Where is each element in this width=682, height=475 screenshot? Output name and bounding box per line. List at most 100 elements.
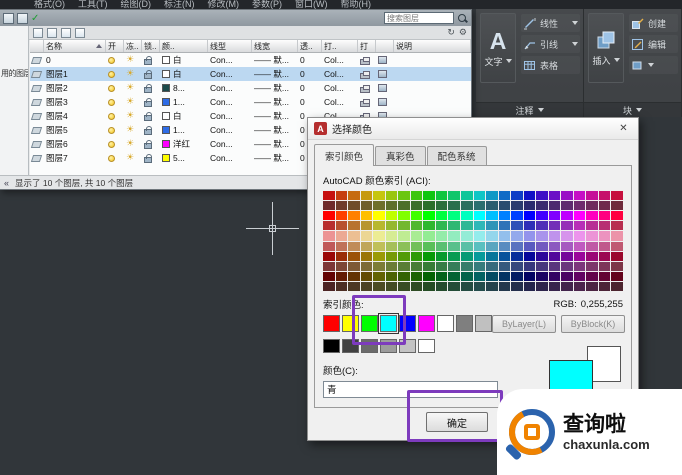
aci-color-cell[interactable] [586,242,598,251]
layer-color-cell[interactable]: 8... [160,81,208,95]
layer-color-cell[interactable]: 5... [160,151,208,165]
aci-color-cell[interactable] [524,262,536,271]
aci-color-cell[interactable] [536,272,548,281]
aci-color-cell[interactable] [574,272,586,281]
layer-plotstyle-cell[interactable]: Col... [322,95,358,109]
aci-color-cell[interactable] [436,211,448,220]
menu-item[interactable]: 修改(M) [208,0,240,9]
layer-lineweight-cell[interactable]: —— 默... [252,151,298,165]
layer-freeze-toggle[interactable]: ☀ [124,123,142,137]
aci-color-cell[interactable] [361,242,373,251]
new-vp-frozen-layer-icon[interactable] [47,28,57,38]
layer-lineweight-cell[interactable]: —— 默... [252,123,298,137]
aci-color-cell[interactable] [461,242,473,251]
aci-color-cell[interactable] [436,201,448,210]
layer-on-toggle[interactable] [106,53,124,67]
aci-color-cell[interactable] [398,211,410,220]
aci-color-cell[interactable] [586,282,598,291]
aci-color-cell[interactable] [474,242,486,251]
aci-color-cell[interactable] [599,282,611,291]
aci-color-cell[interactable] [586,272,598,281]
aci-color-cell[interactable] [373,272,385,281]
menu-item[interactable]: 帮助(H) [341,0,372,9]
menu-item[interactable]: 标注(N) [164,0,195,9]
layer-lineweight-cell[interactable]: —— 默... [252,137,298,151]
aci-color-cell[interactable] [411,262,423,271]
aci-color-cell[interactable] [536,282,548,291]
aci-color-cell[interactable] [524,211,536,220]
aci-color-cell[interactable] [574,211,586,220]
aci-color-cell[interactable] [348,272,360,281]
aci-color-cell[interactable] [549,231,561,240]
aci-color-cell[interactable] [423,272,435,281]
aci-color-cell[interactable] [323,191,335,200]
aci-color-cell[interactable] [611,201,623,210]
aci-color-cell[interactable] [323,242,335,251]
layer-plot-toggle[interactable] [358,95,376,109]
aci-color-cell[interactable] [386,211,398,220]
aci-color-cell[interactable] [499,282,511,291]
aci-color-cell[interactable] [448,252,460,261]
aci-color-cell[interactable] [499,221,511,230]
layer-linetype-cell[interactable]: Con... [208,81,252,95]
aci-color-cell[interactable] [386,201,398,210]
aci-color-cell[interactable] [398,221,410,230]
column-header[interactable]: 开 [106,40,124,52]
filter-tree-item[interactable]: 用的图层 [1,68,29,79]
aci-color-cell[interactable] [524,191,536,200]
aci-color-cell[interactable] [486,221,498,230]
layer-color-cell[interactable]: 1... [160,123,208,137]
aci-color-cell[interactable] [386,191,398,200]
aci-color-cell[interactable] [411,211,423,220]
aci-color-cell[interactable] [386,221,398,230]
block-dropdown-button[interactable] [629,56,678,74]
aci-color-cell[interactable] [461,252,473,261]
aci-color-cell[interactable] [574,201,586,210]
aci-color-cell[interactable] [448,262,460,271]
aci-color-cell[interactable] [423,262,435,271]
aci-color-cell[interactable] [361,221,373,230]
aci-color-cell[interactable] [611,211,623,220]
layer-vp-freeze-toggle[interactable] [376,67,394,81]
aci-color-cell[interactable] [586,262,598,271]
aci-color-cell[interactable] [561,262,573,271]
aci-color-cell[interactable] [549,272,561,281]
aci-color-cell[interactable] [448,191,460,200]
aci-color-cell[interactable] [474,211,486,220]
gray-color-swatch[interactable] [399,339,416,353]
aci-color-cell[interactable] [499,231,511,240]
layer-linetype-cell[interactable]: Con... [208,137,252,151]
aci-color-cell[interactable] [436,231,448,240]
aci-color-cell[interactable] [361,262,373,271]
aci-color-cell[interactable] [423,221,435,230]
aci-color-cell[interactable] [524,252,536,261]
aci-color-cell[interactable] [336,282,348,291]
aci-color-cell[interactable] [486,242,498,251]
aci-color-cell[interactable] [536,262,548,271]
panel-footer-block[interactable]: 块 [584,102,681,117]
layer-linetype-cell[interactable]: Con... [208,67,252,81]
aci-color-cell[interactable] [323,231,335,240]
layer-color-cell[interactable]: 洋红 [160,137,208,151]
aci-color-cell[interactable] [448,282,460,291]
aci-color-cell[interactable] [511,211,523,220]
aci-color-cell[interactable] [486,191,498,200]
aci-color-cell[interactable] [386,272,398,281]
layer-lock-toggle[interactable] [142,95,160,109]
aci-color-cell[interactable] [536,211,548,220]
standard-color-swatch[interactable] [361,315,378,332]
aci-color-cell[interactable] [574,282,586,291]
aci-color-cell[interactable] [373,221,385,230]
aci-color-cell[interactable] [599,201,611,210]
layer-lineweight-cell[interactable]: —— 默... [252,109,298,123]
standard-color-swatch[interactable] [456,315,473,332]
layer-linetype-cell[interactable]: Con... [208,109,252,123]
aci-color-cell[interactable] [536,242,548,251]
aci-color-cell[interactable] [561,242,573,251]
aci-color-cell[interactable] [348,221,360,230]
layer-name[interactable]: 图层2 [44,81,106,95]
aci-color-cell[interactable] [448,211,460,220]
aci-color-cell[interactable] [511,201,523,210]
create-block-button[interactable]: 创建 [629,14,678,32]
aci-color-cell[interactable] [461,272,473,281]
